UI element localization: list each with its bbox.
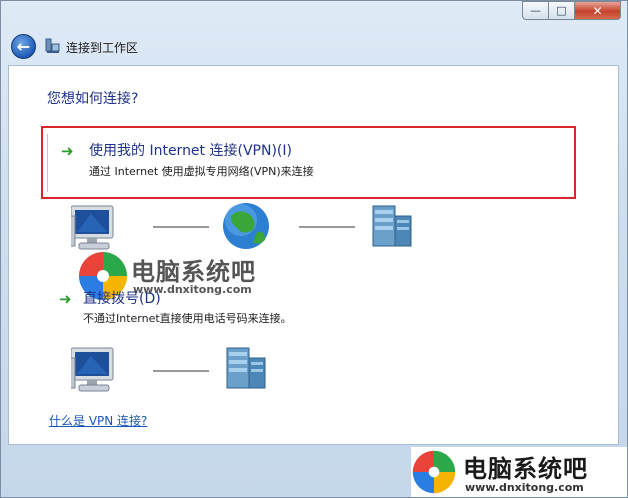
corner-watermark-brand: 电脑系统吧	[463, 455, 588, 483]
content-pane: 您想如何连接? ➜ 使用我的 Internet 连接(VPN)(I) 通过 In…	[8, 65, 619, 445]
window-title: 连接到工作区	[66, 41, 139, 55]
maximize-button[interactable]: □	[549, 1, 575, 20]
option-dialup-desc: 不通过Internet直接使用电话号码来连接。	[83, 312, 292, 325]
window-frame: — □ ✕ ← 连接到工作区 您想如何连接? ➜ 使用我的 Internet 连…	[0, 0, 628, 498]
green-arrow-icon: ➜	[59, 290, 72, 308]
option-focus-line	[47, 134, 48, 192]
globe-icon	[223, 203, 269, 249]
corner-watermark: 电脑系统吧 www.dnxitong.com	[411, 447, 627, 497]
option-vpn-title: 使用我的 Internet 连接(VPN)(I)	[89, 143, 292, 159]
server-icon	[226, 347, 266, 389]
option-vpn-desc: 通过 Internet 使用虚拟专用网络(VPN)来连接	[89, 165, 314, 178]
corner-watermark-url: www.dnxitong.com	[465, 481, 584, 494]
server-icon	[372, 205, 412, 247]
windows-logo-icon	[412, 450, 456, 494]
page-heading: 您想如何连接?	[47, 91, 139, 107]
back-button[interactable]: ←	[11, 34, 36, 59]
option-dialup-title: 直接拨号(D)	[83, 291, 161, 307]
option-dialup[interactable]: ➜ 直接拨号(D) 不通过Internet直接使用电话号码来连接。	[41, 286, 576, 326]
dialup-diagram	[71, 347, 266, 392]
computer-icon	[71, 347, 114, 392]
green-arrow-icon: ➜	[61, 142, 74, 160]
window-controls: — □ ✕	[522, 1, 621, 20]
close-button[interactable]: ✕	[575, 1, 621, 20]
back-arrow-icon: ←	[16, 37, 31, 56]
option-vpn[interactable]: ➜ 使用我的 Internet 连接(VPN)(I) 通过 Internet 使…	[41, 126, 576, 199]
vpn-help-link[interactable]: 什么是 VPN 连接?	[49, 412, 147, 429]
minimize-button[interactable]: —	[522, 1, 549, 20]
vpn-diagram	[71, 203, 412, 250]
computer-icon	[71, 205, 114, 250]
watermark-brand: 电脑系统吧	[131, 258, 256, 286]
network-folder-icon	[45, 38, 60, 53]
